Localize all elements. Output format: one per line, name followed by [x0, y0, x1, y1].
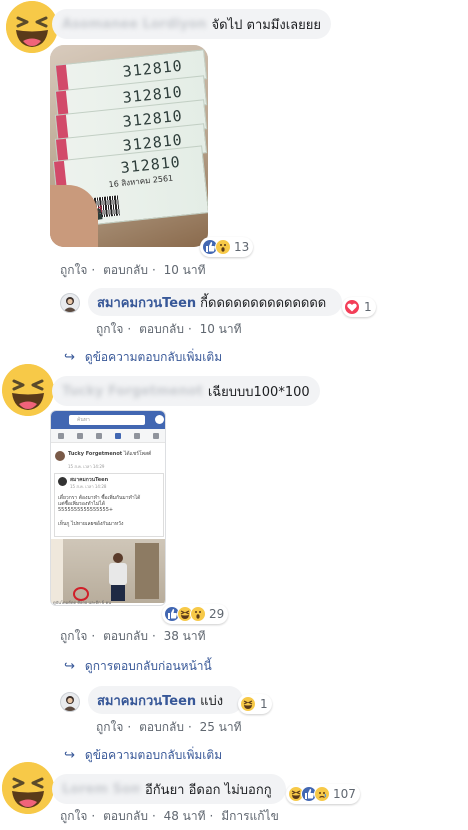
comment-reactions[interactable]: 107: [286, 784, 360, 804]
comment-author-name[interactable]: Asomanee Lordiyon: [62, 17, 207, 32]
reaction-count: 1: [260, 697, 268, 711]
reply-link[interactable]: ตอบกลับ: [103, 809, 148, 823]
like-link[interactable]: ถูกใจ: [60, 809, 87, 823]
reply-reactions[interactable]: 1: [342, 297, 376, 317]
comment-timestamp[interactable]: 10 นาที: [164, 263, 206, 277]
screenshot-inner-author: สมาคมกวนTeen: [70, 477, 109, 483]
like-link[interactable]: ถูกใจ: [96, 720, 123, 734]
screenshot-post-suffix: ได้แชร์โพสต์: [123, 451, 152, 457]
user-avatar-icon: [63, 297, 77, 312]
comment-attached-screenshot[interactable]: ค้นหา Tucky Forgetmenot ได้แชร์โพสต์ 15 …: [50, 410, 166, 606]
comment-actions: ถูกใจ · ตอบกลับ · 38 นาที: [60, 629, 206, 643]
reply-author-name[interactable]: สมาคมกวนTeen: [97, 690, 196, 711]
reply-actions: ถูกใจ · ตอบกลับ · 10 นาที: [96, 322, 242, 336]
reply-timestamp[interactable]: 10 นาที: [200, 322, 242, 336]
reply-actions: ถูกใจ · ตอบกลับ · 25 นาที: [96, 720, 242, 734]
comment-reactions[interactable]: 29: [162, 604, 229, 624]
reaction-count: 29: [209, 607, 225, 621]
commenter-avatar[interactable]: [2, 364, 54, 416]
comment-actions: ถูกใจ · ตอบกลับ · 48 นาที · มีการแก้ไข: [60, 809, 279, 823]
reaction-count: 1: [364, 300, 372, 314]
edited-label[interactable]: มีการแก้ไข: [221, 809, 279, 823]
reply-bubble: สมาคมกวนTeen แบ่ง: [88, 686, 244, 714]
comment-text: จัดไป ตามมึงเลยยย: [211, 17, 321, 33]
sad-icon: [314, 786, 330, 802]
screenshot-post-time: 15 ส.ค. เวลา 14:29: [68, 464, 105, 469]
comment-author-name[interactable]: Tucky Forgetmenot: [62, 384, 203, 399]
reply-arrow-icon: ↪: [64, 748, 75, 763]
reply-bubble: สมาคมกวนTeen กี้ดดดดดดดดดดดดดด: [88, 288, 343, 316]
ticket-date: 16 สิงหาคม 2561: [108, 173, 174, 190]
reply-link[interactable]: ตอบกลับ: [103, 629, 148, 643]
screenshot-footer-text: ดูบันโดมต์ดด คือถอ และอีก 6 คน: [53, 600, 111, 605]
view-previous-replies-link[interactable]: ↪ ดูการตอบกลับก่อนหน้านี้: [64, 657, 212, 676]
reply-text: แบ่ง: [200, 693, 224, 709]
comment-text: เฉียบบบ100*100: [207, 384, 310, 400]
reply-avatar[interactable]: [60, 293, 80, 313]
reaction-count: 107: [333, 787, 356, 801]
reaction-count: 13: [234, 240, 250, 254]
reply-reactions[interactable]: 1: [238, 694, 272, 714]
comment-actions: ถูกใจ · ตอบกลับ · 10 นาที: [60, 263, 206, 277]
view-previous-replies-label: ดูการตอบกลับก่อนหน้านี้: [84, 659, 212, 673]
comment-reactions[interactable]: 13: [200, 237, 254, 257]
comment-author-name[interactable]: Lorem Someone: [62, 782, 140, 797]
comment-bubble: Tucky Forgetmenot เฉียบบบ100*100: [52, 376, 320, 406]
love-icon: [344, 299, 360, 315]
screenshot-post-author: Tucky Forgetmenot ได้แชร์โพสต์: [68, 451, 162, 457]
like-link[interactable]: ถูกใจ: [96, 322, 123, 336]
ticket-number: 312810: [121, 56, 184, 81]
comment-timestamp[interactable]: 38 นาที: [164, 629, 206, 643]
reply-arrow-icon: ↪: [64, 350, 75, 365]
comment-bubble: Asomanee Lordiyon จัดไป ตามมึงเลยยย: [52, 9, 331, 39]
screenshot-video: [51, 539, 165, 603]
reply-text: กี้ดดดดดดดดดดดดดด: [200, 295, 327, 311]
comment-timestamp[interactable]: 48 นาที: [164, 809, 206, 823]
comment-attached-photo[interactable]: 312810 312810 312810 312810 312810 16 สิ…: [50, 45, 208, 247]
like-link[interactable]: ถูกใจ: [60, 263, 87, 277]
commenter-avatar[interactable]: [2, 762, 54, 814]
reply-avatar[interactable]: [60, 692, 80, 712]
view-more-replies-link[interactable]: ↪ ดูข้อความตอบกลับเพิ่มเติม: [64, 746, 222, 765]
reply-arrow-icon: ↪: [64, 659, 75, 674]
wow-icon: [215, 239, 231, 255]
screenshot-inner-time: 15 ส.ค. เวลา 14:28: [70, 484, 107, 489]
view-more-replies-label: ดูข้อความตอบกลับเพิ่มเติม: [84, 350, 223, 364]
like-link[interactable]: ถูกใจ: [60, 629, 87, 643]
screenshot-inner-text: เดี๋ยวกรา ต้องมาทำ ซื้อเพิ่มกันมาทำได้ แ…: [58, 495, 141, 513]
screenshot-search-placeholder: ค้นหา: [77, 417, 90, 423]
comment-bubble: Lorem Someone อีกันยา อีดอก ไม่บอกกู: [52, 774, 286, 804]
screenshot-inner-text2: เห็นกู ไปหายเลยซอ้งกันมาหวัง: [58, 521, 124, 527]
screenshot-search-box: ค้นหา: [69, 415, 145, 425]
reply-link[interactable]: ตอบกลับ: [139, 720, 184, 734]
wow-icon: [190, 606, 206, 622]
comment-text: อีกันยา อีดอก ไม่บอกกู: [145, 782, 272, 798]
reply-link[interactable]: ตอบกลับ: [103, 263, 148, 277]
user-avatar-icon: [63, 696, 77, 711]
reply-timestamp[interactable]: 25 นาที: [200, 720, 242, 734]
reply-author-name[interactable]: สมาคมกวนTeen: [97, 292, 196, 313]
view-more-replies-label: ดูข้อความตอบกลับเพิ่มเติม: [84, 748, 223, 762]
haha-icon: [240, 696, 256, 712]
view-more-replies-link[interactable]: ↪ ดูข้อความตอบกลับเพิ่มเติม: [64, 348, 222, 367]
screenshot-footer: ดูบันโดมต์ดด คือถอ และอีก 6 คน: [53, 600, 111, 605]
reply-link[interactable]: ตอบกลับ: [139, 322, 184, 336]
laughing-emoji-icon: [2, 364, 54, 416]
fb-nav-bar: [51, 429, 165, 443]
fb-header-bar: ค้นหา: [51, 411, 165, 429]
screenshot-post-author-name: Tucky Forgetmenot: [68, 451, 123, 457]
laughing-emoji-icon: [2, 762, 54, 814]
